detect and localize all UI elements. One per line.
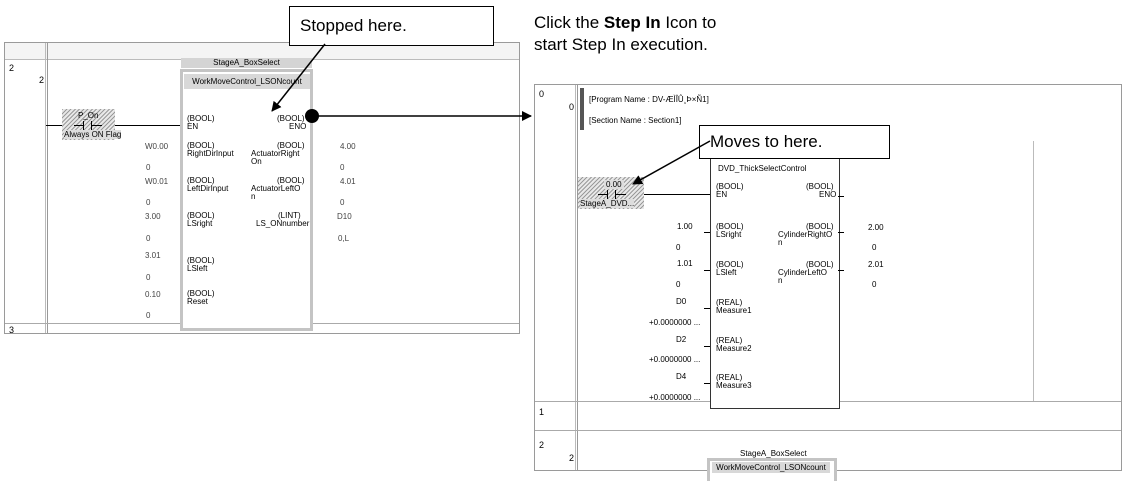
arrows-overlay — [271, 43, 711, 185]
arrow-to-moved — [632, 140, 711, 185]
arrow-to-stopped — [271, 43, 326, 112]
